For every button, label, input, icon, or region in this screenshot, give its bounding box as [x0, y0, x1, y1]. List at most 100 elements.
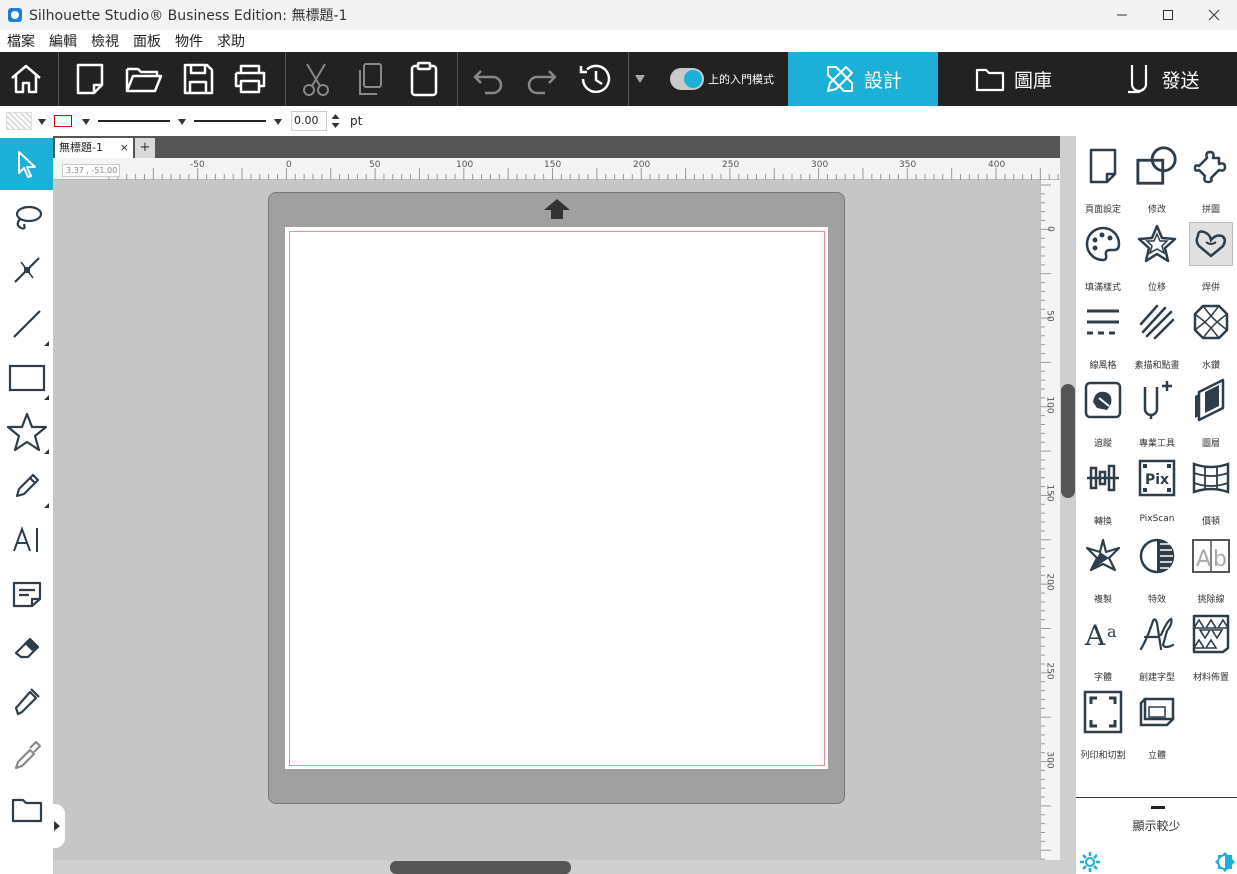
paste-button[interactable]: [404, 58, 444, 100]
panel-3d[interactable]: 立體: [1130, 686, 1184, 764]
select-tool[interactable]: [0, 138, 53, 190]
more-dropdown[interactable]: [630, 58, 650, 100]
panel-label: 線風格: [1089, 361, 1117, 371]
maximize-button[interactable]: [1145, 0, 1191, 30]
ruler-label: 150: [544, 160, 562, 170]
panel-print-cut[interactable]: 列印和切割: [1076, 686, 1130, 764]
chevron-down-icon: [635, 75, 645, 83]
menu-view[interactable]: 檢視: [91, 31, 119, 51]
svg-text:b: b: [1213, 547, 1227, 572]
panel-font[interactable]: Aa 字體: [1076, 608, 1130, 686]
ruler-label: -50: [190, 160, 205, 170]
ruler-label: 300: [1044, 751, 1055, 769]
line-color-swatch[interactable]: [54, 115, 72, 127]
open-button[interactable]: [124, 58, 164, 100]
panel-nesting[interactable]: 材料佈置: [1184, 608, 1237, 686]
polygon-tool[interactable]: [0, 406, 53, 458]
panel-fill[interactable]: 填滿樣式: [1076, 218, 1130, 296]
ruler-label: 200: [633, 160, 651, 170]
close-window-button[interactable]: [1191, 0, 1237, 30]
cut-button[interactable]: [296, 58, 336, 100]
beginner-mode-toggle[interactable]: [670, 68, 704, 90]
menu-panels[interactable]: 面板: [133, 31, 161, 51]
line-width-input[interactable]: 0.00: [291, 111, 327, 131]
panel-pro-tools[interactable]: 專業工具: [1130, 374, 1184, 452]
text-icon: [12, 526, 38, 552]
panel-label: 水鑽: [1201, 361, 1220, 371]
panel-effects[interactable]: 特效: [1130, 530, 1184, 608]
panel-puzzle[interactable]: 拼圖: [1184, 140, 1237, 218]
eraser-tool[interactable]: [0, 622, 53, 674]
warp-icon: [1192, 462, 1230, 494]
panel-label: 追蹤: [1093, 439, 1112, 449]
copy-button[interactable]: [350, 58, 390, 100]
line-join-selector[interactable]: [194, 120, 266, 122]
panel-weld[interactable]: 焊併: [1184, 218, 1237, 296]
undo-button[interactable]: [468, 58, 508, 100]
vertical-scrollbar[interactable]: [1060, 136, 1076, 874]
history-icon: [579, 64, 611, 94]
weed-lines-icon: Ab: [1192, 539, 1230, 573]
panel-transform[interactable]: 轉換: [1076, 452, 1130, 530]
panel-weed-lines[interactable]: Ab 挑除線: [1184, 530, 1237, 608]
show-less-button[interactable]: 顯示較少: [1076, 817, 1237, 834]
rectangle-tool[interactable]: [0, 352, 53, 404]
gear-icon[interactable]: [1079, 851, 1101, 873]
stepper-icon[interactable]: [331, 113, 340, 129]
tab-library[interactable]: 圖庫: [938, 52, 1088, 106]
expand-toolbar-button[interactable]: [50, 804, 65, 848]
text-tool[interactable]: [0, 514, 53, 566]
menu-edit[interactable]: 編輯: [49, 31, 77, 51]
panel-warp[interactable]: 價頓: [1184, 452, 1237, 530]
3d-icon: [1139, 697, 1175, 727]
tab-send[interactable]: 發送: [1088, 52, 1237, 106]
ruler-label: 100: [456, 160, 474, 170]
panel-label: 價頓: [1201, 517, 1220, 527]
undo-icon: [473, 70, 503, 95]
add-tab-button[interactable]: +: [135, 138, 155, 158]
panel-trace[interactable]: 追蹤: [1076, 374, 1130, 452]
collapse-handle[interactable]: [1151, 806, 1165, 809]
panel-pixscan[interactable]: Pix PixScan: [1130, 452, 1184, 530]
panel-modify[interactable]: 修改: [1130, 140, 1184, 218]
scrollbar-thumb[interactable]: [390, 861, 571, 874]
fill-pattern-swatch[interactable]: [6, 112, 32, 130]
redo-button[interactable]: [522, 58, 562, 100]
panel-rhinestone[interactable]: 水鑽: [1184, 296, 1237, 374]
menu-object[interactable]: 物件: [175, 31, 203, 51]
knife-tool[interactable]: [0, 676, 53, 728]
document-tab[interactable]: 無標題-1 ×: [55, 138, 133, 158]
text-box-tool[interactable]: [0, 568, 53, 620]
close-tab-icon[interactable]: ×: [120, 138, 129, 158]
panel-line-style[interactable]: 線風格: [1076, 296, 1130, 374]
ruler-label: 200: [1044, 573, 1055, 591]
new-button[interactable]: [70, 58, 110, 100]
theme-toggle-icon[interactable]: [1214, 851, 1236, 873]
lasso-tool[interactable]: [0, 192, 53, 244]
panel-sketch[interactable]: 素描和點畫: [1130, 296, 1184, 374]
panel-replicate[interactable]: 複製: [1076, 530, 1130, 608]
panel-layers[interactable]: 圖層: [1184, 374, 1237, 452]
horizontal-scrollbar[interactable]: [53, 860, 1060, 874]
panel-label: 頁面設定: [1084, 205, 1121, 215]
panel-offset[interactable]: 位移: [1130, 218, 1184, 296]
save-button[interactable]: [178, 58, 218, 100]
panel-page-setup[interactable]: 頁面設定: [1076, 140, 1130, 218]
design-icon: [826, 66, 853, 92]
page-setup-icon: [1089, 148, 1117, 184]
eyedropper-tool[interactable]: [0, 730, 53, 782]
point-edit-tool[interactable]: [0, 244, 53, 296]
minimize-button[interactable]: [1099, 0, 1145, 30]
library-folder-tool[interactable]: [0, 784, 53, 836]
menu-help[interactable]: 求助: [217, 31, 245, 51]
home-button[interactable]: [6, 58, 46, 100]
panel-create-font[interactable]: 創建字型: [1130, 608, 1184, 686]
line-style-selector[interactable]: [98, 120, 170, 122]
line-tool[interactable]: [0, 298, 53, 350]
print-button[interactable]: [230, 58, 270, 100]
history-button[interactable]: [576, 58, 616, 100]
draw-tool[interactable]: [0, 460, 53, 512]
menu-file[interactable]: 檔案: [7, 31, 35, 51]
tab-design[interactable]: 設計: [788, 52, 938, 106]
pixscan-icon: Pix: [1138, 459, 1176, 497]
